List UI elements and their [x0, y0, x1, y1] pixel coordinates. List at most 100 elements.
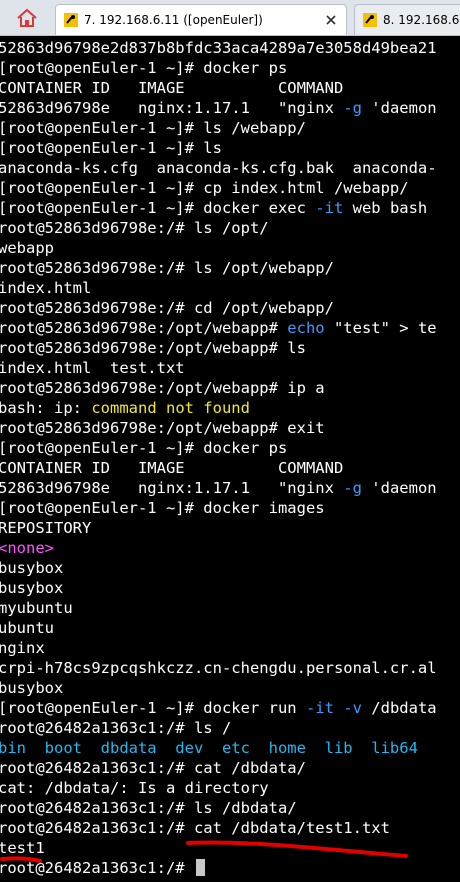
terminal-line: root@26482a1363c1:/# ls /dbdata/ — [0, 798, 297, 818]
terminal-text: busybox — [0, 559, 64, 577]
terminal-text: bash: ip: — [0, 399, 92, 417]
close-tab-button[interactable] — [324, 13, 338, 27]
terminal-line: ubuntu — [0, 618, 54, 638]
terminal-text: [root@openEuler-1 ~]# ls /webapp/ — [0, 119, 306, 137]
terminal-text: command not found — [91, 399, 250, 417]
terminal-line: CONTAINER ID IMAGE COMMAND — [0, 458, 343, 478]
terminal-session-icon — [64, 13, 78, 27]
terminal-text: busybox — [0, 679, 64, 697]
home-button[interactable] — [8, 4, 46, 31]
tab-label: 8. 192.168.6. — [383, 13, 460, 27]
terminal-text: myubuntu — [0, 599, 73, 617]
tab-bar: 7. 192.168.6.11 ([openEuler]) 8. 192.168… — [0, 0, 460, 36]
terminal-text: -g — [343, 479, 362, 497]
terminal-text: ubuntu — [0, 619, 54, 637]
terminal-line: root@26482a1363c1:/# cat /dbdata/test1.t… — [0, 818, 390, 838]
terminal-line: <none> — [0, 538, 54, 558]
terminal-text: root@26482a1363c1:/# cat /dbdata/ — [0, 759, 306, 777]
terminal-text: REPOSITORY — [0, 519, 92, 537]
terminal-line: [root@openEuler-1 ~]# docker images — [0, 498, 325, 518]
terminal-text: 'daemon — [361, 99, 437, 117]
terminal-line: anaconda-ks.cfg anaconda-ks.cfg.bak anac… — [0, 158, 437, 178]
terminal-text: [root@openEuler-1 ~]# docker ps — [0, 59, 288, 77]
terminal-text: 52863d96798e nginx:1.17.1 "nginx — [0, 99, 344, 117]
terminal-text: [root@openEuler-1 ~]# docker images — [0, 499, 325, 517]
terminal-text: -it — [315, 199, 344, 217]
terminal-line: bin boot dbdata dev etc home lib lib64 — [0, 738, 418, 758]
terminal-text: root@26482a1363c1:/# ls / — [0, 719, 232, 737]
terminal-line: root@52863d96798e:/# cd /opt/webapp/ — [0, 298, 334, 318]
terminal-line: 52863d96798e nginx:1.17.1 "nginx -g 'dae… — [0, 478, 437, 498]
terminal-text: root@52863d96798e:/# ls /opt/webapp/ — [0, 259, 334, 277]
terminal-text: 52863d96798e nginx:1.17.1 "nginx — [0, 479, 344, 497]
terminal-line: index.html — [0, 278, 91, 298]
terminal-line: root@52863d96798e:/# ls /opt/webapp/ — [0, 258, 334, 278]
terminal-text: CONTAINER ID IMAGE COMMAND — [0, 459, 344, 477]
terminal-text: root@52863d96798e:/opt/webapp# ls — [0, 339, 306, 357]
terminal-text: index.html test.txt — [0, 359, 185, 377]
terminal-output[interactable]: 52863d96798e2d837b8bfdc33aca4289a7e3058d… — [0, 36, 460, 882]
terminal-text: CONTAINER ID IMAGE COMMAND — [0, 79, 344, 97]
terminal-text: web bash — [343, 199, 428, 217]
home-icon — [17, 8, 37, 27]
terminal-line: root@26482a1363c1:/# — [0, 858, 205, 878]
terminal-text: cat: /dbdata/: Is a directory — [0, 779, 269, 797]
terminal-line: root@52863d96798e:/opt/webapp# exit — [0, 418, 325, 438]
terminal-text: nginx — [0, 639, 45, 657]
terminal-line: root@52863d96798e:/opt/webapp# ls — [0, 338, 306, 358]
terminal-line: busybox — [0, 678, 63, 698]
terminal-line: root@26482a1363c1:/# cat /dbdata/ — [0, 758, 306, 778]
terminal-text: busybox — [0, 579, 64, 597]
tab-session-8[interactable]: 8. 192.168.6. — [354, 4, 460, 35]
terminal-line: busybox — [0, 558, 63, 578]
terminal-text: 'daemon — [361, 479, 437, 497]
terminal-line: test1 — [0, 838, 45, 858]
terminal-line: root@52863d96798e:/opt/webapp# echo "tes… — [0, 318, 437, 338]
terminal-text: index.html — [0, 279, 92, 297]
terminal-text: root@26482a1363c1:/# — [0, 859, 194, 877]
terminal-text: root@26482a1363c1:/# cat /dbdata/test1.t… — [0, 819, 390, 837]
terminal-line: crpi-h78cs9zpcqshkczz.cn-chengdu.persona… — [0, 658, 437, 678]
terminal-session-icon — [363, 13, 377, 27]
terminal-line: root@52863d96798e:/# ls /opt/ — [0, 218, 269, 238]
terminal-line: [root@openEuler-1 ~]# cp index.html /web… — [0, 178, 409, 198]
terminal-line: [root@openEuler-1 ~]# docker ps — [0, 58, 287, 78]
terminal-line: CONTAINER ID IMAGE COMMAND — [0, 78, 343, 98]
terminal-text: webapp — [0, 239, 54, 257]
terminal-line: bash: ip: command not found — [0, 398, 250, 418]
tab-session-7[interactable]: 7. 192.168.6.11 ([openEuler]) — [55, 4, 347, 35]
terminal-line: webapp — [0, 238, 54, 258]
terminal-text: root@52863d96798e:/opt/webapp# — [0, 319, 288, 337]
tab-label: 7. 192.168.6.11 ([openEuler]) — [84, 13, 263, 27]
terminal-text: root@52863d96798e:/# cd /opt/webapp/ — [0, 299, 334, 317]
text-cursor — [195, 859, 205, 876]
terminal-text: crpi-h78cs9zpcqshkczz.cn-chengdu.persona… — [0, 659, 437, 677]
terminal-line: REPOSITORY — [0, 518, 91, 538]
terminal-line: [root@openEuler-1 ~]# docker run -it -v … — [0, 698, 437, 718]
terminal-text: bin boot dbdata dev etc home lib lib64 — [0, 739, 418, 757]
terminal-line: 52863d96798e2d837b8bfdc33aca4289a7e3058d… — [0, 38, 437, 58]
terminal-text: [root@openEuler-1 ~]# docker run — [0, 699, 306, 717]
terminal-text: root@52863d96798e:/# ls /opt/ — [0, 219, 269, 237]
terminal-text: root@52863d96798e:/opt/webapp# exit — [0, 419, 325, 437]
close-icon — [326, 15, 336, 25]
terminal-text: -it -v — [305, 699, 362, 717]
terminal-line: [root@openEuler-1 ~]# ls — [0, 138, 222, 158]
terminal-text: echo — [287, 319, 325, 337]
terminal-text: [root@openEuler-1 ~]# docker ps — [0, 439, 288, 457]
terminal-text: "test" > te — [324, 319, 437, 337]
terminal-line: [root@openEuler-1 ~]# ls /webapp/ — [0, 118, 306, 138]
terminal-text: <none> — [0, 539, 54, 557]
terminal-text: [root@openEuler-1 ~]# docker exec — [0, 199, 316, 217]
terminal-text: anaconda-ks.cfg anaconda-ks.cfg.bak anac… — [0, 159, 437, 177]
terminal-text: test1 — [0, 839, 45, 857]
terminal-line: index.html test.txt — [0, 358, 185, 378]
terminal-line: nginx — [0, 638, 45, 658]
terminal-line: [root@openEuler-1 ~]# docker ps — [0, 438, 287, 458]
terminal-text: root@52863d96798e:/opt/webapp# ip a — [0, 379, 325, 397]
terminal-line: myubuntu — [0, 598, 73, 618]
terminal-line: busybox — [0, 578, 63, 598]
terminal-line: 52863d96798e nginx:1.17.1 "nginx -g 'dae… — [0, 98, 437, 118]
terminal-text: [root@openEuler-1 ~]# cp index.html /web… — [0, 179, 409, 197]
terminal-line: root@26482a1363c1:/# ls / — [0, 718, 231, 738]
